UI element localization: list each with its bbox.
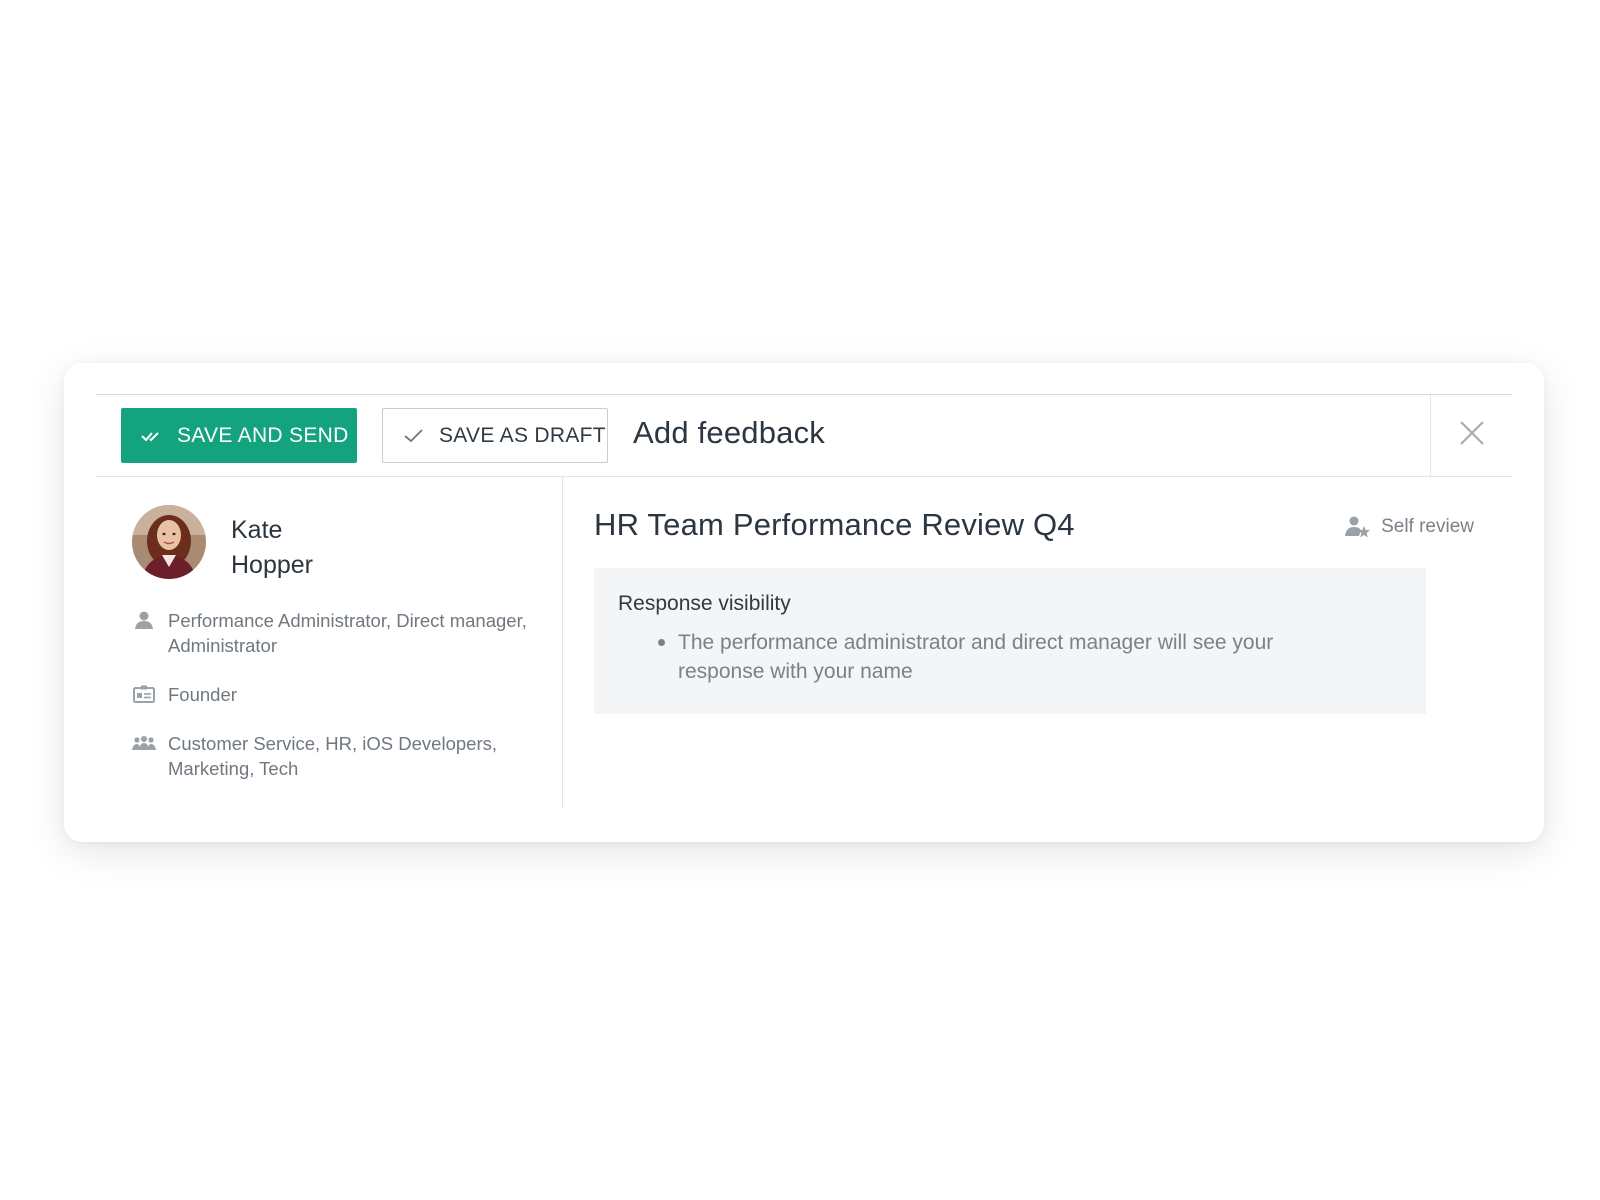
review-title: HR Team Performance Review Q4 [594,507,1075,542]
employee-name: Kate Hopper [231,513,381,583]
double-check-icon [141,425,163,447]
bullet-icon [658,639,665,646]
employee-first-name: Kate [231,516,283,544]
close-icon [1459,420,1485,451]
save-and-send-button[interactable]: SAVE AND SEND [121,408,357,463]
save-as-draft-button[interactable]: SAVE AS DRAFT [382,408,608,463]
employee-job-title: Founder [168,684,237,705]
employee-teams: Customer Service, HR, iOS Developers, Ma… [168,733,497,779]
id-card-icon [132,682,156,706]
check-icon [403,425,425,447]
user-icon [132,608,156,632]
close-button[interactable] [1430,395,1512,476]
group-icon [132,731,156,755]
review-panel: HR Team Performance Review Q4 Self revie… [594,477,1474,809]
user-star-icon [1345,515,1371,539]
teams-row: Customer Service, HR, iOS Developers, Ma… [132,731,532,781]
response-visibility-heading: Response visibility [618,592,791,615]
save-as-draft-label: SAVE AS DRAFT [439,423,606,447]
employee-profile-panel: Kate Hopper Performance Administrator, D… [96,477,563,809]
dialog-title: Add feedback [633,415,825,450]
avatar [132,505,206,579]
response-visibility-box: Response visibility The performance admi… [594,568,1426,714]
roles-row: Performance Administrator, Direct manage… [132,608,532,658]
save-and-send-label: SAVE AND SEND [177,423,349,447]
dialog-toolbar: SAVE AND SEND SAVE AS DRAFT Add feedback [96,395,1512,477]
review-type-badge: Self review [1345,515,1474,539]
employee-last-name: Hopper [231,551,313,579]
job-title-row: Founder [132,682,532,707]
review-type-label: Self review [1381,516,1474,537]
feedback-dialog: SAVE AND SEND SAVE AS DRAFT Add feedback [64,363,1544,842]
visibility-item-text: The performance administrator and direct… [678,631,1274,683]
list-item: The performance administrator and direct… [618,628,1358,686]
employee-roles: Performance Administrator, Direct manage… [168,610,527,656]
